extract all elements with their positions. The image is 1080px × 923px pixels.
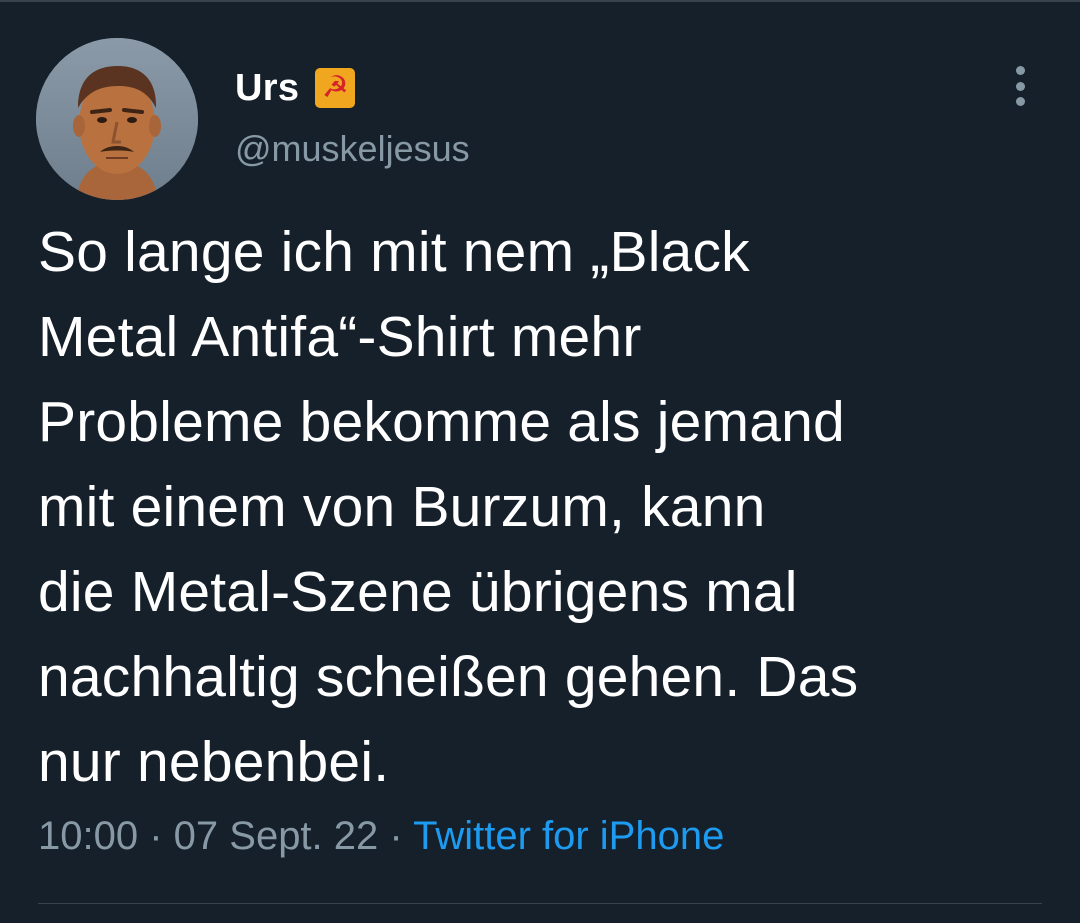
tweet-text-line: So lange ich mit nem „Black	[38, 220, 750, 284]
tweet-metadata: 10:00 · 07 Sept. 22 · Twitter for iPhone	[38, 814, 724, 859]
tweet-text-line: mit einem von Burzum, kann	[38, 475, 766, 539]
more-vertical-icon	[1015, 66, 1025, 75]
tweet-source-link[interactable]: Twitter for iPhone	[413, 814, 724, 858]
display-name[interactable]: Urs	[235, 67, 299, 110]
tweet-text-line: nachhaltig scheißen gehen. Das	[38, 645, 859, 709]
more-options-button[interactable]	[1004, 66, 1036, 106]
meta-separator: ·	[378, 814, 414, 858]
tweet-text-line: nur nebenbei.	[38, 730, 390, 794]
more-vertical-icon-dot	[1015, 81, 1025, 91]
tweet-date[interactable]: 07 Sept. 22	[174, 814, 379, 858]
tweet-text-line: die Metal-Szene übrigens mal	[38, 560, 798, 624]
avatar[interactable]	[36, 38, 198, 200]
hammer-and-sickle-icon: ☭	[315, 68, 356, 108]
tweet-text: So lange ich mit nem „Black Metal Antifa…	[38, 210, 1048, 805]
display-name-row: Urs ☭	[235, 62, 470, 114]
bottom-divider	[38, 903, 1042, 904]
user-info: Urs ☭ @muskeljesus	[235, 62, 470, 170]
more-vertical-icon-dot	[1015, 97, 1025, 106]
tweet-time[interactable]: 10:00	[38, 814, 138, 858]
tweet-text-line: Metal Antifa“-Shirt mehr	[38, 305, 642, 369]
meta-separator: ·	[138, 814, 174, 858]
avatar-image	[36, 38, 198, 200]
tweet-text-line: Probleme bekomme als jemand	[38, 390, 845, 454]
user-handle[interactable]: @muskeljesus	[235, 128, 470, 170]
top-divider	[0, 0, 1080, 2]
